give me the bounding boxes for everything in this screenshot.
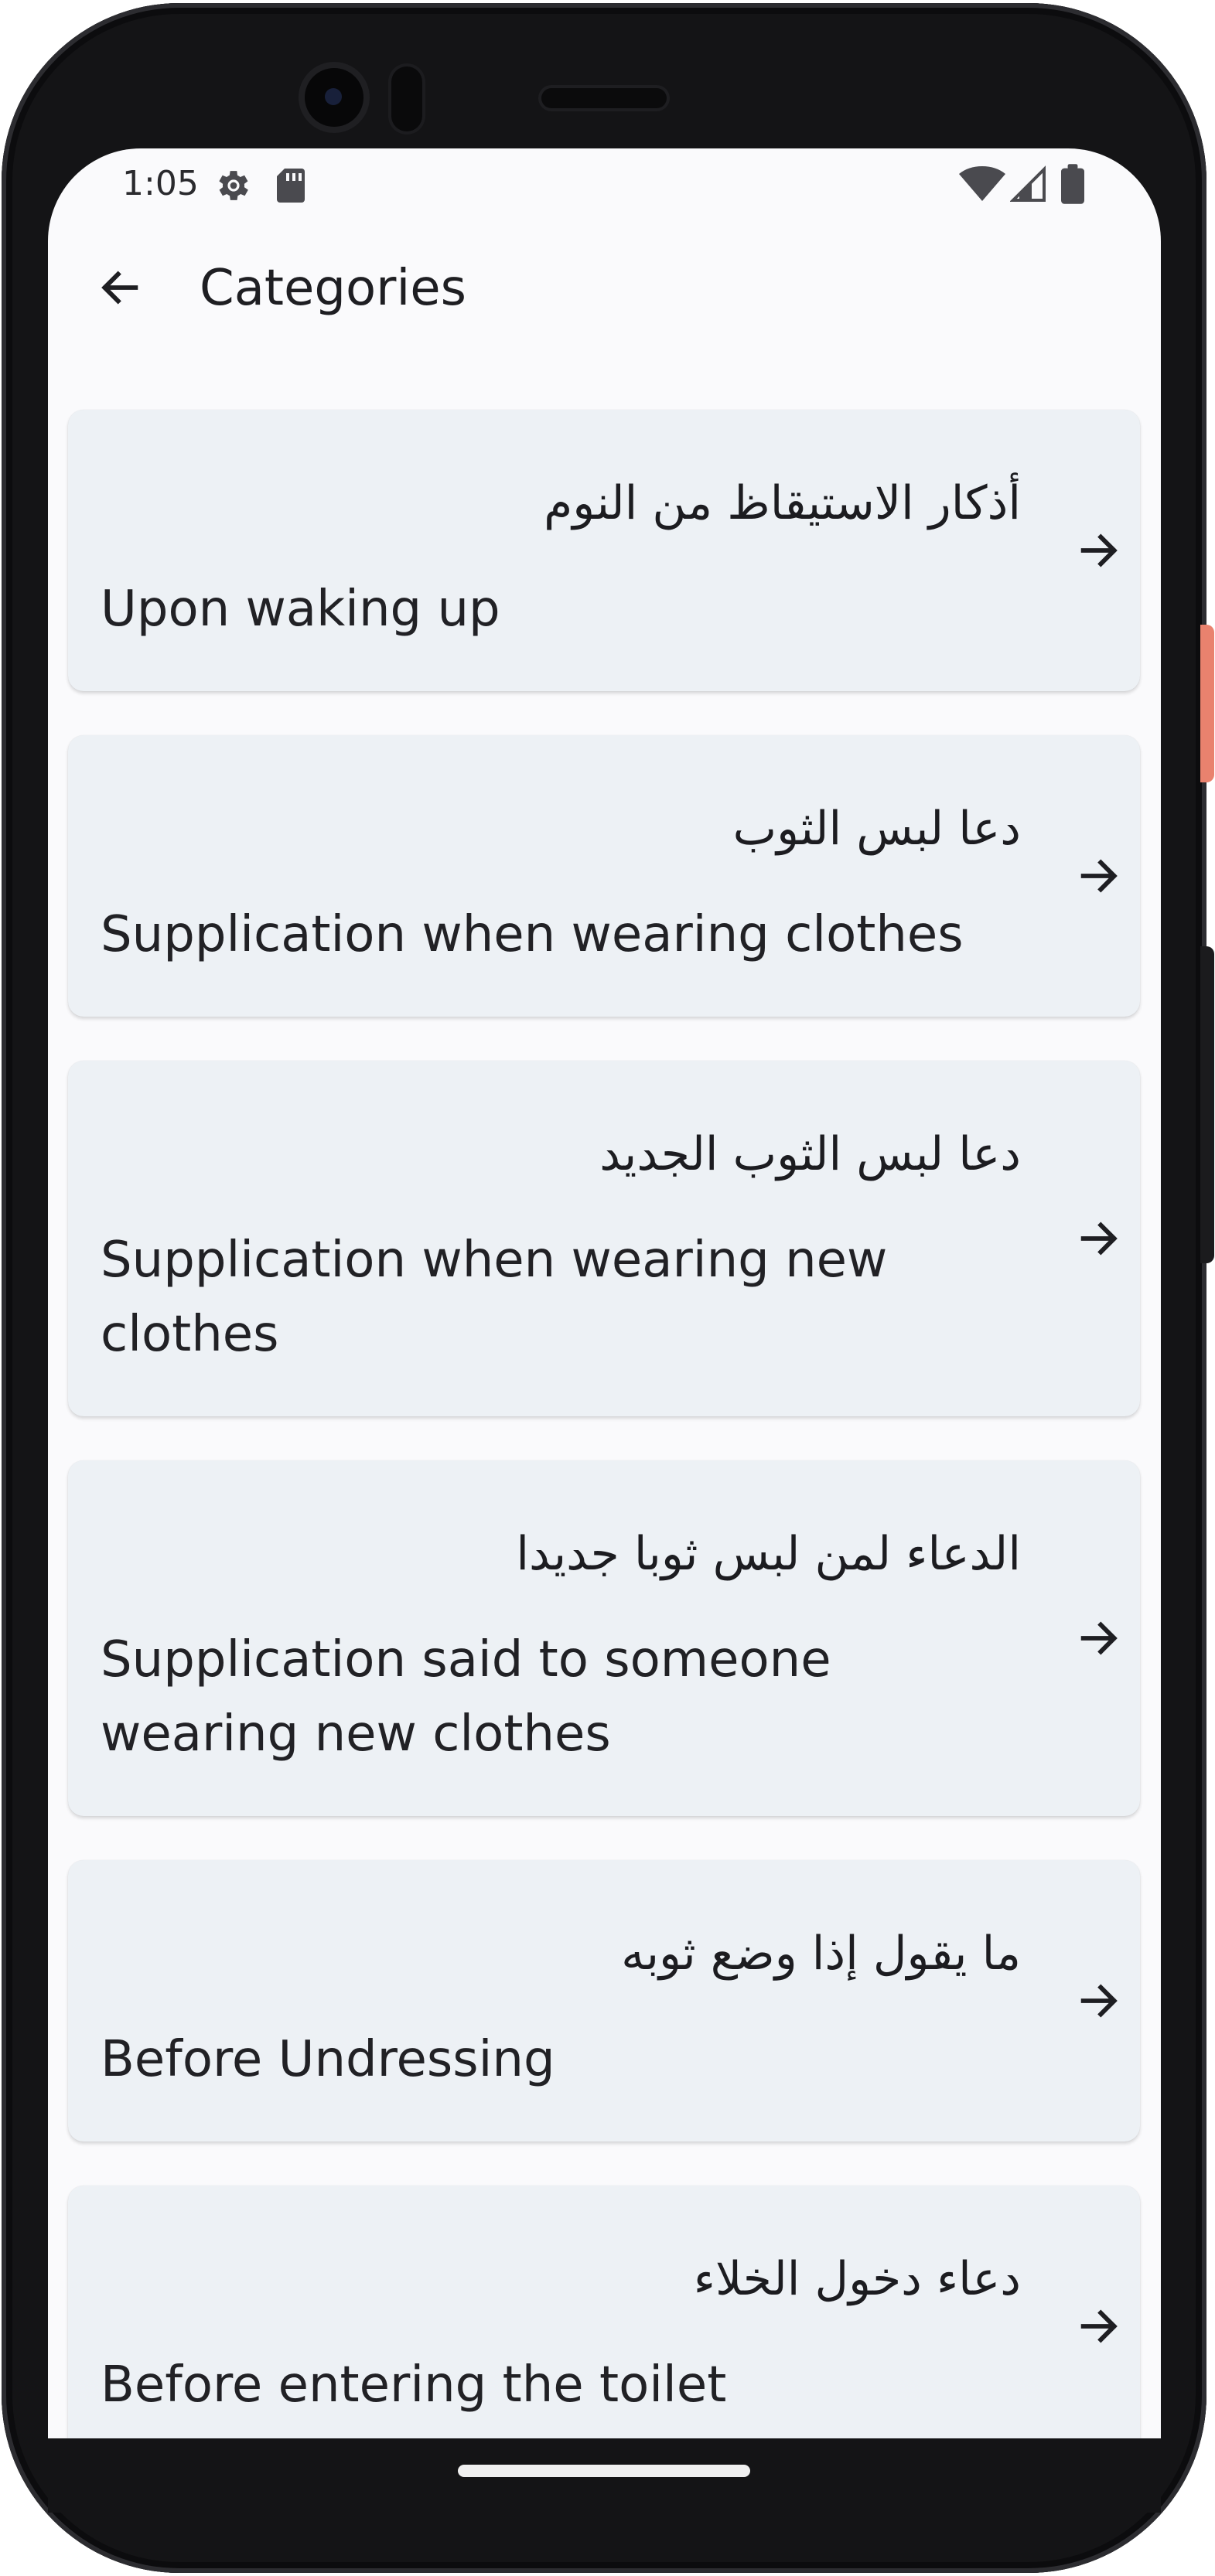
category-card[interactable]: دعا لبس الثوب الجديد Supplication when w… [68, 1061, 1140, 1416]
category-card[interactable]: أذكار الاستيقاظ من النوم Upon waking up [68, 410, 1140, 691]
category-english-title: Supplication when wearing new clothes [101, 1232, 888, 1363]
category-arabic-title: أذكار الاستيقاظ من النوم [544, 476, 1021, 530]
category-arabic-title: ما يقول إذا وضع ثوبه [621, 1927, 1021, 1981]
arrow-left-icon [101, 271, 138, 305]
arrow-right-icon [1080, 1984, 1118, 2018]
status-time: 1:05 [122, 164, 199, 203]
arrow-right-icon [1080, 533, 1118, 567]
category-arabic-title: دعاء دخول الخلاء [693, 2252, 1021, 2306]
front-camera [305, 68, 363, 127]
category-english-title: Before entering the toilet [101, 2356, 727, 2414]
proximity-sensor [391, 66, 422, 131]
screen: 1:05 Categories أذكار الاستيقاظ من النوم… [48, 148, 1161, 2438]
gesture-handle[interactable] [458, 2465, 750, 2477]
top-app-bar: Categories [48, 223, 1161, 377]
page-title: Categories [200, 260, 466, 317]
volume-button [1200, 946, 1214, 1263]
wifi-icon [959, 166, 1005, 201]
back-button[interactable] [82, 250, 156, 325]
category-card[interactable]: دعا لبس الثوب Supplication when wearing … [68, 735, 1140, 1017]
category-english-title: Supplication when wearing clothes [101, 906, 964, 963]
status-bar: 1:05 [48, 148, 1161, 223]
arrow-right-icon [1080, 2309, 1118, 2343]
category-english-title: Upon waking up [101, 581, 500, 638]
category-card[interactable]: ما يقول إذا وضع ثوبه Before Undressing [68, 1860, 1140, 2142]
arrow-right-icon [1080, 1621, 1118, 1655]
category-card[interactable]: دعاء دخول الخلاء Before entering the toi… [68, 2186, 1140, 2438]
signal-icon [1010, 165, 1046, 202]
category-arabic-title: دعا لبس الثوب الجديد [599, 1127, 1021, 1181]
category-english-title: Supplication said to someone wearing new… [101, 1631, 831, 1763]
power-button [1200, 625, 1214, 782]
category-english-title: Before Undressing [101, 2031, 555, 2088]
earpiece-speaker [541, 88, 667, 108]
sd-card-icon [277, 169, 305, 203]
gear-icon [219, 171, 248, 200]
category-arabic-title: دعا لبس الثوب [732, 802, 1021, 856]
category-arabic-title: الدعاء لمن لبس ثوبا جديدا [516, 1527, 1021, 1581]
battery-icon [1061, 164, 1084, 204]
category-card[interactable]: الدعاء لمن لبس ثوبا جديدا Supplication s… [68, 1460, 1140, 1816]
arrow-right-icon [1080, 1222, 1118, 1256]
arrow-right-icon [1080, 859, 1118, 893]
